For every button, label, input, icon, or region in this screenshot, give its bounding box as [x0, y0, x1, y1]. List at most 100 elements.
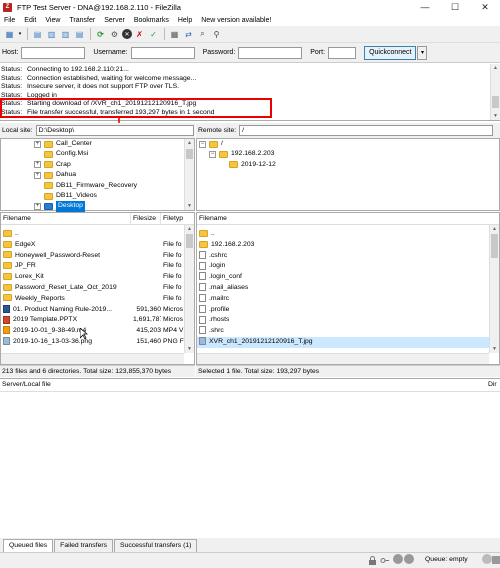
username-input[interactable] — [130, 46, 195, 59]
col-server-local-file[interactable]: Server/Local file — [0, 379, 488, 391]
toggle-remote-tree-icon[interactable]: ▥ — [59, 28, 72, 41]
find-files-icon[interactable]: ⚲ — [210, 28, 223, 41]
remote-file-row[interactable]: .mailrc — [197, 293, 499, 305]
remote-file-row-selected[interactable]: XVR_ch1_20191212120916_T.jpg — [197, 336, 499, 348]
window-title: FTP Test Server - DNA@192.168.2.110 - Fi… — [17, 2, 181, 12]
remote-file-row[interactable]: .cshrc — [197, 250, 499, 262]
quickconnect-dropdown-icon[interactable]: ▾ — [417, 45, 428, 60]
remote-file-row[interactable]: .login_conf — [197, 272, 499, 283]
folder-icon — [199, 229, 208, 237]
local-path-input[interactable]: D:\Desktop\ — [35, 125, 194, 136]
process-queue-icon[interactable]: ⚙ — [108, 28, 121, 41]
col-filename[interactable]: Filename — [1, 212, 131, 225]
local-list-scrollbar[interactable]: ▲ ▼ — [184, 225, 194, 353]
tab-failed-transfers[interactable]: Failed transfers — [54, 539, 114, 552]
local-file-row[interactable]: EdgeX File fo — [1, 240, 194, 251]
directory-listing-filters-icon[interactable]: ▦ — [168, 28, 181, 41]
quickconnect-bar: Host: Username: Password: Port: Quickcon… — [0, 43, 500, 63]
log-line: Status: Connecting to 192.168.2.110:21... — [1, 66, 129, 73]
filezilla-window: Z FTP Test Server - DNA@192.168.2.110 - … — [0, 0, 500, 568]
host-input[interactable] — [21, 46, 86, 59]
remote-file-row[interactable]: .mail_aliases — [197, 283, 499, 294]
dropdown-arrow-icon[interactable]: ▾ — [17, 28, 23, 41]
toggle-dir-tree-icon[interactable]: ▥ — [45, 28, 58, 41]
menu-view[interactable]: View — [45, 17, 60, 24]
remote-list-scrollbar[interactable]: ▲ ▼ — [489, 225, 499, 353]
log-scrollbar[interactable]: ▲ ▼ — [490, 64, 500, 120]
remote-file-row[interactable]: .login — [197, 261, 499, 272]
local-list-hscrollbar[interactable] — [1, 353, 184, 364]
site-manager-icon[interactable]: ▦ — [3, 28, 16, 41]
remote-file-row[interactable]: .shrc — [197, 326, 499, 337]
col-filetype[interactable]: Filetyp — [161, 213, 185, 225]
menu-new-version[interactable]: New version available! — [201, 17, 271, 24]
remote-file-row[interactable]: .. — [197, 229, 499, 240]
tree-item-config-msi[interactable]: Config.Msi — [1, 149, 194, 159]
username-label: Username: — [93, 49, 128, 56]
tree-item-root[interactable]: − / — [197, 139, 499, 149]
tree-item-db11-firmware[interactable]: DB11_Firmware_Recovery — [1, 181, 194, 191]
toggle-queue-icon[interactable]: ▤ — [73, 28, 86, 41]
col-filesize[interactable]: Filesize — [131, 212, 161, 225]
menu-server[interactable]: Server — [104, 17, 125, 24]
port-input[interactable] — [328, 46, 357, 59]
folder-icon — [3, 229, 12, 237]
minimize-button[interactable]: — — [410, 0, 440, 14]
tab-queued-files[interactable]: Queued files — [3, 539, 54, 552]
folder-icon — [44, 151, 53, 159]
local-file-row[interactable]: 2019 Template.PPTX 1,691,787 Micros — [1, 315, 194, 326]
tree-item-crap[interactable]: + Crap — [1, 160, 194, 170]
local-file-row[interactable]: Weekly_Reports File fo — [1, 294, 194, 305]
local-file-row[interactable]: Lorex_Kit File fo — [1, 272, 194, 283]
tree-item-dahua[interactable]: + Dahua — [1, 170, 194, 180]
local-tree-scrollbar[interactable]: ▲ ▼ — [184, 139, 194, 210]
log-line: Status: Insecure server, it does not supp… — [1, 83, 179, 90]
file-icon — [199, 315, 206, 324]
menu-file[interactable]: File — [4, 17, 15, 24]
scroll-thumb[interactable] — [492, 96, 499, 108]
toggle-log-icon[interactable]: ▤ — [31, 28, 44, 41]
disconnect-icon[interactable]: ✗ — [133, 28, 146, 41]
tree-item-db11-videos[interactable]: DB11_Videos — [1, 191, 194, 201]
folder-icon — [44, 171, 53, 179]
menu-edit[interactable]: Edit — [24, 17, 36, 24]
scroll-down-icon[interactable]: ▼ — [491, 112, 500, 120]
expand-icon: + — [34, 161, 41, 169]
tree-item-server-ip[interactable]: −192.168.2.203 — [197, 149, 499, 159]
tab-successful-transfers[interactable]: Successful transfers (1) — [114, 539, 198, 552]
search-icon[interactable]: ⌕ — [196, 28, 209, 41]
remote-file-row[interactable]: .rhosts — [197, 315, 499, 326]
local-list-header: Filename Filesize Filetyp — [1, 212, 194, 225]
quickconnect-button[interactable]: Quickconnect — [364, 45, 417, 60]
local-file-row[interactable]: 2019-10-01_9-38-49.m4 415,203 MP4 V — [1, 326, 194, 337]
tree-item-date-folder[interactable]: 2019-12-12 — [197, 160, 499, 170]
local-file-row[interactable]: Password_Reset_Late_Oct_2019 File fo — [1, 283, 194, 294]
maximize-button[interactable]: ☐ — [440, 0, 470, 14]
tree-item-call-center[interactable]: + Call_Center — [1, 139, 194, 149]
queue-header: Server/Local file Dir — [0, 379, 500, 392]
sync-browsing-icon[interactable]: ⇄ — [182, 28, 195, 41]
password-input[interactable] — [238, 46, 303, 59]
scroll-up-icon: ▲ — [492, 226, 497, 232]
menu-help[interactable]: Help — [178, 17, 192, 24]
scroll-up-icon[interactable]: ▲ — [491, 64, 500, 72]
local-file-row[interactable]: 2019-10-16_13-03-36.png 151,460 PNG F — [1, 337, 194, 348]
remote-file-row[interactable]: .profile — [197, 304, 499, 316]
refresh-icon[interactable]: ⟳ — [94, 28, 107, 41]
close-button[interactable]: ✕ — [470, 0, 500, 14]
remote-file-row[interactable]: 192.168.2.203 — [197, 240, 499, 251]
tree-item-desktop[interactable]: + Desktop — [1, 201, 194, 212]
reconnect-icon[interactable]: ✓ — [147, 28, 160, 41]
local-file-row[interactable]: 01. Product Naming Rule-2019... 591,360 Mi… — [1, 304, 194, 316]
menu-transfer[interactable]: Transfer — [69, 17, 95, 24]
col-filename[interactable]: Filename — [197, 213, 497, 225]
menu-bookmarks[interactable]: Bookmarks — [134, 17, 169, 24]
cancel-icon[interactable]: ✕ — [122, 29, 132, 39]
col-direction[interactable]: Dir — [488, 379, 500, 391]
remote-list-hscrollbar[interactable] — [197, 353, 489, 364]
lock-icon — [369, 556, 376, 565]
local-file-row[interactable]: Honeywell_Password-Reset File fo — [1, 251, 194, 262]
local-file-row[interactable]: .. — [1, 229, 194, 240]
remote-path-input[interactable]: / — [239, 125, 494, 136]
local-file-row[interactable]: JP_FR File fo — [1, 261, 194, 272]
